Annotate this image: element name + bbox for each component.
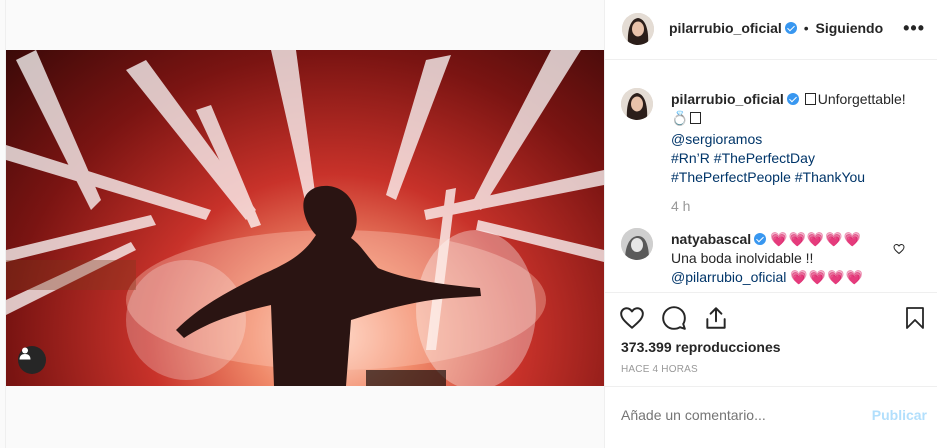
comment-like-heart-icon[interactable] bbox=[893, 243, 905, 255]
publish-button[interactable]: Publicar bbox=[872, 407, 927, 423]
caption-line-1: Unforgettable! bbox=[817, 91, 906, 107]
missing-glyph-icon bbox=[804, 93, 816, 105]
caption-mention[interactable]: @sergioramos bbox=[671, 131, 762, 147]
header-line: pilarrubio_oficial • Siguiendo bbox=[669, 20, 883, 36]
action-bar bbox=[605, 292, 937, 342]
verified-badge-icon bbox=[784, 22, 797, 34]
comment-hearts: 💗💗💗💗💗 bbox=[770, 231, 863, 247]
comment-body: Una boda inolvidable !! bbox=[671, 250, 814, 266]
avatar[interactable] bbox=[621, 88, 653, 120]
video-player[interactable] bbox=[6, 50, 604, 386]
header-separator: • bbox=[803, 20, 809, 36]
post-header: pilarrubio_oficial • Siguiendo ••• bbox=[605, 0, 937, 60]
tagged-users-button[interactable] bbox=[18, 346, 46, 374]
comment-text: natyabascal 💗💗💗💗💗 Una boda inolvidable !… bbox=[671, 230, 931, 287]
comment-icon[interactable] bbox=[661, 305, 687, 331]
comments-section: pilarrubio_oficial Unforgettable! 💍 @ser… bbox=[605, 61, 937, 291]
user-icon bbox=[19, 347, 31, 360]
caption-hashtags-1[interactable]: #Rn’R #ThePerfectDay bbox=[671, 150, 815, 166]
following-button[interactable]: Siguiendo bbox=[816, 20, 884, 36]
caption-text: pilarrubio_oficial Unforgettable! 💍 @ser… bbox=[671, 90, 931, 216]
post-timestamp[interactable]: HACE 4 HORAS bbox=[621, 364, 698, 375]
share-icon[interactable] bbox=[703, 305, 729, 331]
caption-hashtags-2[interactable]: #ThePerfectPeople #ThankYou bbox=[671, 169, 865, 185]
post-media bbox=[6, 0, 604, 448]
post-container: pilarrubio_oficial • Siguiendo ••• pilar… bbox=[5, 0, 937, 448]
header-username[interactable]: pilarrubio_oficial bbox=[669, 20, 782, 36]
caption-time[interactable]: 4 h bbox=[671, 197, 931, 216]
verified-badge-icon bbox=[786, 93, 799, 105]
comment-username[interactable]: natyabascal bbox=[671, 231, 751, 247]
caption-username[interactable]: pilarrubio_oficial bbox=[671, 91, 784, 107]
comment-input[interactable] bbox=[621, 407, 851, 423]
more-options-button[interactable]: ••• bbox=[903, 18, 925, 39]
bookmark-icon[interactable] bbox=[903, 305, 927, 331]
avatar[interactable] bbox=[621, 228, 653, 260]
comment-mention[interactable]: @pilarrubio_oficial bbox=[671, 269, 786, 285]
concert-scene bbox=[6, 50, 604, 386]
add-comment-section: Publicar bbox=[605, 386, 937, 448]
views-count[interactable]: 373.399 reproducciones bbox=[621, 339, 781, 355]
comment-hearts-2: 💗💗💗💗 bbox=[790, 269, 865, 285]
avatar[interactable] bbox=[622, 13, 654, 45]
verified-badge-icon bbox=[754, 233, 767, 245]
post-sidebar: pilarrubio_oficial • Siguiendo ••• pilar… bbox=[604, 0, 937, 448]
heart-icon[interactable] bbox=[619, 305, 645, 331]
missing-glyph-icon bbox=[690, 112, 702, 124]
ring-emoji: 💍 bbox=[671, 110, 689, 126]
